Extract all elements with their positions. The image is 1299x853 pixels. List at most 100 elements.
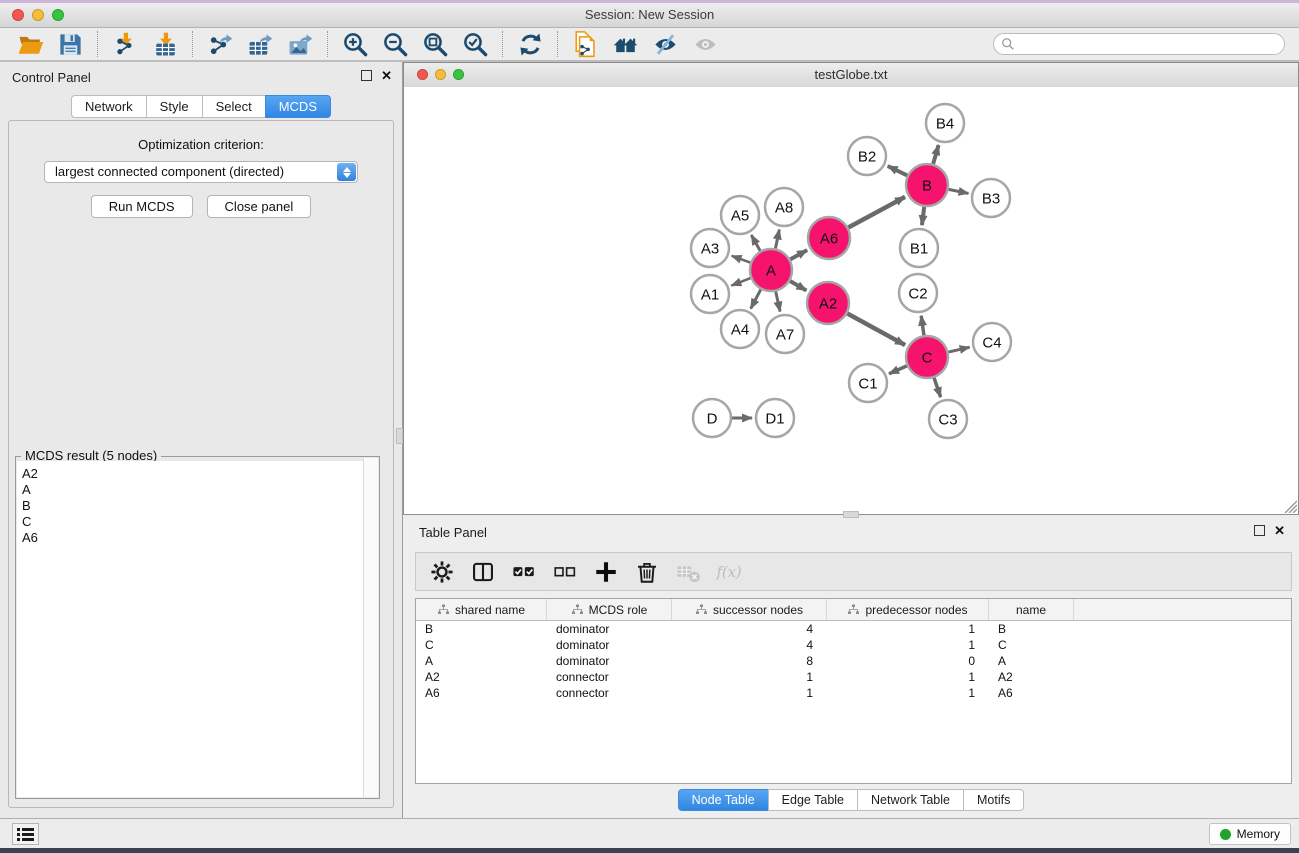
table-cell[interactable]: 1 [827,637,989,653]
graph-node-D1[interactable]: D1 [756,399,794,437]
export-network-button[interactable] [200,29,240,59]
graph-node-B[interactable]: B [906,164,948,206]
graph-node-A5[interactable]: A5 [721,196,759,234]
graph-edge-A2-C[interactable] [847,314,905,345]
close-table-panel-icon[interactable]: ✕ [1274,525,1285,536]
table-row[interactable]: Bdominator41B [416,621,1291,637]
graph-edge-A-A4[interactable] [751,289,761,308]
table-row[interactable]: A6connector11A6 [416,685,1291,701]
graph-edge-C-C1[interactable] [889,366,907,374]
result-list-item[interactable]: C [17,514,364,530]
graph-edge-C-C2[interactable] [921,316,924,335]
graph-edge-B-B2[interactable] [888,166,907,175]
table-cell[interactable]: 8 [672,653,827,669]
column-header-shared-name[interactable]: shared name [416,599,547,620]
result-list-item[interactable]: B [17,498,364,514]
hide-graphics-details-button[interactable] [645,29,685,59]
graph-node-A7[interactable]: A7 [766,315,804,353]
graph-node-A2[interactable]: A2 [807,282,849,324]
zoom-in-button[interactable] [335,29,375,59]
run-mcds-button[interactable]: Run MCDS [91,195,193,218]
vertical-splitter-handle[interactable] [396,428,403,444]
network-close-button[interactable] [417,69,428,80]
close-panel-icon[interactable]: ✕ [381,70,392,81]
table-cell[interactable]: C [416,637,547,653]
table-cell[interactable]: B [416,621,547,637]
export-image-button[interactable] [280,29,320,59]
network-minimize-button[interactable] [435,69,446,80]
tab-select[interactable]: Select [202,95,266,118]
table-cell[interactable]: 1 [827,621,989,637]
unselect-all-columns-button[interactable] [547,556,583,588]
result-list-item[interactable]: A6 [17,530,364,546]
open-session-button[interactable] [10,29,50,59]
save-session-button[interactable] [50,29,90,59]
column-layout-button[interactable] [465,556,501,588]
import-network-button[interactable] [105,29,145,59]
graph-edge-C-C4[interactable] [948,347,969,352]
table-cell[interactable]: A [989,653,1074,669]
zoom-selected-button[interactable] [455,29,495,59]
table-row[interactable]: A2connector11A2 [416,669,1291,685]
table-cell[interactable]: dominator [547,653,672,669]
graph-edge-C-C3[interactable] [934,378,941,397]
tab-node-table[interactable]: Node Table [678,789,769,811]
graph-node-A[interactable]: A [750,249,792,291]
graph-edge-A-A6[interactable] [790,250,807,259]
graph-edge-A-A5[interactable] [751,235,760,251]
table-cell[interactable]: A6 [416,685,547,701]
table-cell[interactable]: connector [547,669,672,685]
graph-edge-A-A3[interactable] [732,256,751,263]
float-table-panel-icon[interactable] [1254,525,1265,536]
tab-mcds[interactable]: MCDS [265,95,331,118]
horizontal-splitter-handle[interactable] [843,511,859,518]
table-cell[interactable]: 4 [672,621,827,637]
table-cell[interactable]: 4 [672,637,827,653]
table-cell[interactable]: 1 [672,685,827,701]
table-cell[interactable]: C [989,637,1074,653]
table-cell[interactable]: 1 [827,685,989,701]
graph-node-A1[interactable]: A1 [691,275,729,313]
tab-style[interactable]: Style [146,95,203,118]
resize-grip-icon[interactable] [1282,498,1297,513]
add-column-button[interactable] [588,556,624,588]
graph-node-A3[interactable]: A3 [691,229,729,267]
graph-node-A8[interactable]: A8 [765,188,803,226]
minimize-window-button[interactable] [32,9,44,21]
result-list-item[interactable]: A [17,482,364,498]
maximize-window-button[interactable] [52,9,64,21]
table-cell[interactable]: B [989,621,1074,637]
delete-column-button[interactable] [629,556,665,588]
table-cell[interactable]: 0 [827,653,989,669]
table-cell[interactable]: dominator [547,637,672,653]
network-from-file-button[interactable] [565,29,605,59]
network-canvas[interactable]: B4B2BB3A5A8A6A3AB1A1C2A2A4A7C4CC1C3DD1 [404,87,1298,514]
select-all-columns-button[interactable] [506,556,542,588]
close-panel-button[interactable]: Close panel [207,195,312,218]
float-panel-icon[interactable] [361,70,372,81]
graph-node-C3[interactable]: C3 [929,400,967,438]
graph-edge-B-B3[interactable] [949,189,969,193]
tab-network-table[interactable]: Network Table [857,789,964,811]
graph-node-B3[interactable]: B3 [972,179,1010,217]
result-scrollbar[interactable] [363,458,378,797]
graph-node-C4[interactable]: C4 [973,323,1011,361]
graph-node-C2[interactable]: C2 [899,274,937,312]
close-window-button[interactable] [12,9,24,21]
graph-edge-A-A2[interactable] [790,281,806,290]
table-cell[interactable]: A6 [989,685,1074,701]
graph-node-D[interactable]: D [693,399,731,437]
graph-edge-B-B4[interactable] [933,145,938,164]
graph-node-A6[interactable]: A6 [808,217,850,259]
graph-edge-A-A1[interactable] [731,278,750,286]
table-cell[interactable]: A [416,653,547,669]
search-input[interactable] [993,33,1285,55]
column-header-predecessor-nodes[interactable]: predecessor nodes [827,599,989,620]
table-cell[interactable]: connector [547,685,672,701]
criterion-select[interactable]: largest connected component (directed) [44,161,358,183]
table-row[interactable]: Cdominator41C [416,637,1291,653]
table-cell[interactable]: 1 [827,669,989,685]
graph-edge-A-A8[interactable] [775,230,779,249]
graph-node-C[interactable]: C [906,336,948,378]
table-cell[interactable]: A2 [416,669,547,685]
